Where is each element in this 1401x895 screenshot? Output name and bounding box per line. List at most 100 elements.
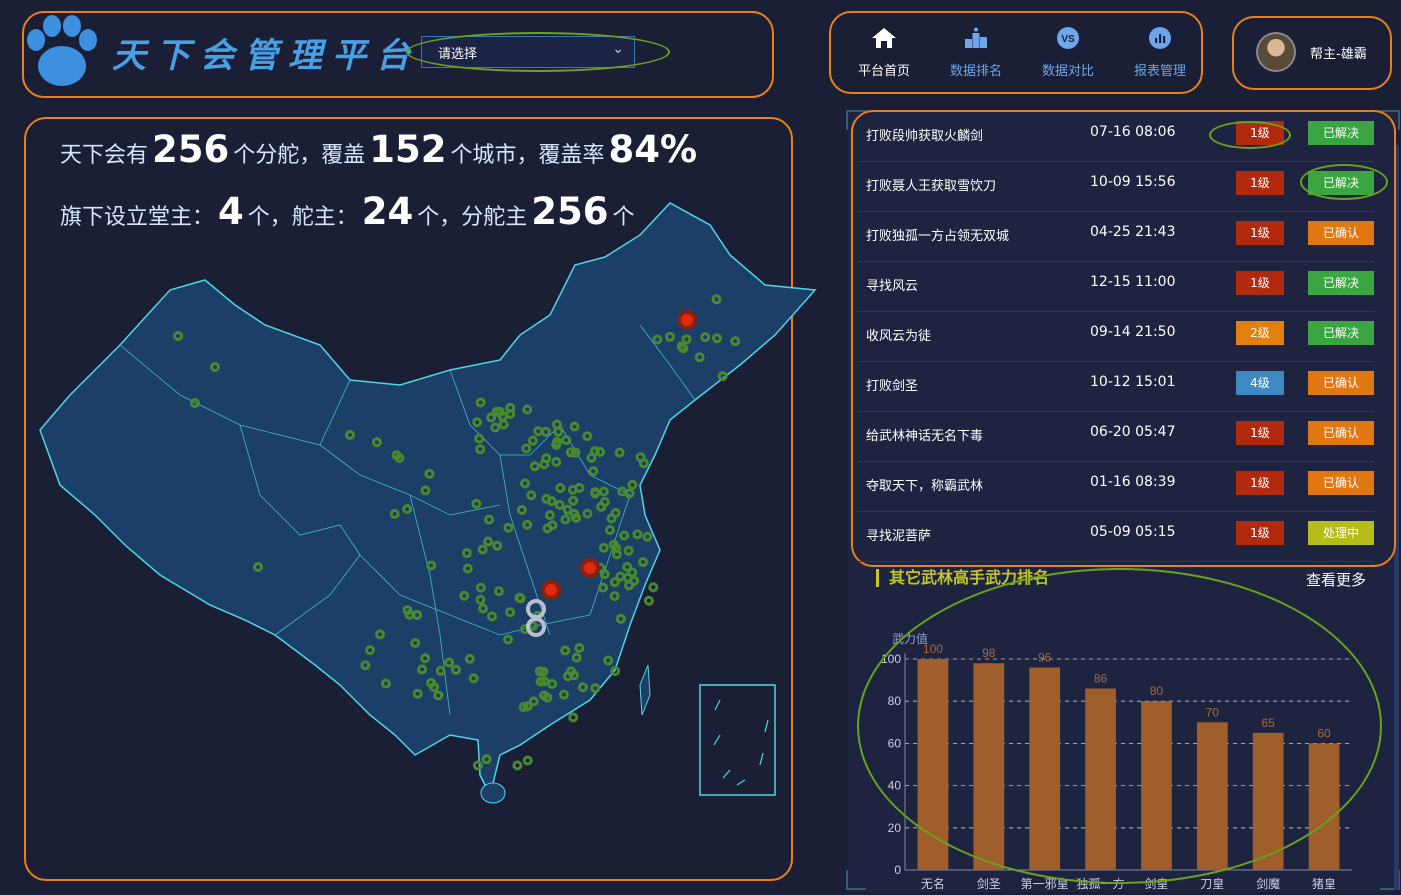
power-ranking-chart: 武力值020406080100100无名98剑圣96第一邪皇86独孤一方80剑皇… xyxy=(881,631,1352,891)
y-tick-label: 0 xyxy=(894,863,901,877)
event-status-badge[interactable]: 已确认 xyxy=(1308,221,1374,245)
event-status-badge[interactable]: 已确认 xyxy=(1308,421,1374,445)
svg-text:VS: VS xyxy=(1061,34,1075,45)
see-more-link[interactable]: 查看更多 xyxy=(1306,569,1366,590)
bar xyxy=(1308,743,1340,870)
branch-dot xyxy=(568,712,579,723)
event-row[interactable]: 寻找泥菩萨 05-09 05:15 1级 处理中 xyxy=(858,512,1374,562)
x-tick-label: 无名 xyxy=(921,876,945,891)
podium-icon xyxy=(965,27,987,48)
stats-line-1: 天下会有 256 个分舵，覆盖 152 个城市，覆盖率 84% xyxy=(60,128,698,171)
event-title: 打败段帅获取火麟剑 xyxy=(866,129,984,144)
home-icon xyxy=(872,28,896,48)
bar-value-label: 98 xyxy=(982,646,996,660)
event-status-badge[interactable]: 已解决 xyxy=(1308,171,1374,195)
x-tick-label: 剑魔 xyxy=(1256,876,1280,891)
china-map[interactable] xyxy=(30,195,820,815)
bar xyxy=(1029,667,1061,870)
event-title: 打败聂人王获取雪饮刀 xyxy=(866,179,997,194)
y-tick-label: 100 xyxy=(881,652,901,666)
hq-marker xyxy=(677,310,697,330)
bar-value-label: 86 xyxy=(1094,672,1108,686)
event-row[interactable]: 收风云为徒 09-14 21:50 2级 已解决 xyxy=(858,312,1374,362)
x-tick-label: 剑皇 xyxy=(1144,876,1168,891)
event-time: 10-09 15:56 xyxy=(1090,174,1176,190)
event-time: 07-16 08:06 xyxy=(1090,124,1176,140)
nav-item-home[interactable]: 平台首页 xyxy=(844,24,924,79)
x-tick-label: 第一邪皇 xyxy=(1021,877,1069,891)
bar xyxy=(917,659,949,870)
branch-dot xyxy=(648,582,659,593)
vs-icon: VS xyxy=(1057,27,1079,49)
branch-dot xyxy=(610,666,621,676)
event-row[interactable]: 夺取天下，称霸武林 01-16 08:39 1级 已确认 xyxy=(858,462,1374,512)
branch-dot xyxy=(643,595,654,606)
event-status-badge[interactable]: 处理中 xyxy=(1308,521,1374,545)
event-title: 寻找泥菩萨 xyxy=(866,529,932,544)
bar-value-label: 100 xyxy=(923,642,943,656)
chevron-down-icon: ⌄ xyxy=(612,41,624,57)
event-title: 打败独孤一方占领无双城 xyxy=(866,229,1010,244)
event-title: 打败剑圣 xyxy=(866,379,919,394)
bar xyxy=(1252,732,1284,870)
event-level-badge: 1级 xyxy=(1236,121,1284,145)
event-row[interactable]: 打败段帅获取火麟剑 07-16 08:06 1级 已解决 xyxy=(858,112,1374,162)
y-tick-label: 80 xyxy=(888,694,902,708)
branch-dot xyxy=(472,760,483,771)
branch-dot xyxy=(522,755,533,766)
x-tick-label: 剑圣 xyxy=(977,876,1001,891)
bar-value-label: 65 xyxy=(1262,716,1276,730)
bar-value-label: 60 xyxy=(1317,726,1331,740)
event-title: 寻找风云 xyxy=(866,279,919,294)
event-level-badge: 1级 xyxy=(1236,471,1284,495)
event-time: 12-15 11:00 xyxy=(1090,274,1176,290)
y-tick-label: 60 xyxy=(888,736,902,750)
event-level-badge: 1级 xyxy=(1236,271,1284,295)
event-level-badge: 1级 xyxy=(1236,421,1284,445)
event-status-badge[interactable]: 已确认 xyxy=(1308,371,1374,395)
hq-marker xyxy=(541,580,561,600)
event-row[interactable]: 打败独孤一方占领无双城 04-25 21:43 1级 已确认 xyxy=(858,212,1374,262)
coverage-rate: 84% xyxy=(608,128,698,171)
event-row[interactable]: 打败聂人王获取雪饮刀 10-09 15:56 1级 已解决 xyxy=(858,162,1374,212)
event-title: 给武林神话无名下毒 xyxy=(866,429,984,444)
event-level-badge: 2级 xyxy=(1236,321,1284,345)
avatar[interactable] xyxy=(1256,32,1296,72)
event-level-badge: 1级 xyxy=(1236,221,1284,245)
event-time: 01-16 08:39 xyxy=(1090,474,1176,490)
event-status-badge[interactable]: 已解决 xyxy=(1308,121,1374,145)
event-time: 09-14 21:50 xyxy=(1090,324,1176,340)
nav-label: 数据对比 xyxy=(1041,64,1094,79)
nav-item-ranking[interactable]: 数据排名 xyxy=(936,24,1016,79)
x-tick-label: 独孤一方 xyxy=(1077,876,1125,891)
y-tick-label: 20 xyxy=(888,821,902,835)
ranking-title: 其它武林高手武力排名 xyxy=(876,569,1049,587)
nav-item-reports[interactable]: 报表管理 xyxy=(1120,24,1200,79)
event-row[interactable]: 寻找风云 12-15 11:00 1级 已解决 xyxy=(858,262,1374,312)
event-row[interactable]: 打败剑圣 10-12 15:01 4级 已确认 xyxy=(858,362,1374,412)
branch-count: 256 xyxy=(152,128,230,171)
event-status-badge[interactable]: 已解决 xyxy=(1308,271,1374,295)
event-time: 04-25 21:43 xyxy=(1090,224,1176,240)
report-chart-icon xyxy=(1149,27,1171,49)
event-level-badge: 4级 xyxy=(1236,371,1284,395)
event-time: 05-09 05:15 xyxy=(1090,524,1176,540)
bar-value-label: 80 xyxy=(1150,684,1164,698)
bar xyxy=(1141,701,1172,870)
event-status-badge[interactable]: 已解决 xyxy=(1308,321,1374,345)
hq-marker xyxy=(580,558,600,578)
nav-label: 报表管理 xyxy=(1133,64,1186,79)
event-row[interactable]: 给武林神话无名下毒 06-20 05:47 1级 已确认 xyxy=(858,412,1374,462)
event-status-badge[interactable]: 已确认 xyxy=(1308,471,1374,495)
nav-item-compare[interactable]: VS 数据对比 xyxy=(1028,24,1108,79)
x-tick-label: 刀皇 xyxy=(1200,877,1224,891)
china-map-outline xyxy=(39,202,817,798)
paw-logo-icon xyxy=(27,15,97,86)
nav-label: 数据排名 xyxy=(949,64,1002,79)
site-title: 天下会管理平台 xyxy=(112,36,420,76)
bar xyxy=(1196,722,1228,870)
branch-select[interactable]: 请选择 ⌄ xyxy=(421,36,635,68)
event-time: 10-12 15:01 xyxy=(1090,374,1176,390)
branch-select-value: 请选择 xyxy=(438,47,478,62)
event-time: 06-20 05:47 xyxy=(1090,424,1176,440)
